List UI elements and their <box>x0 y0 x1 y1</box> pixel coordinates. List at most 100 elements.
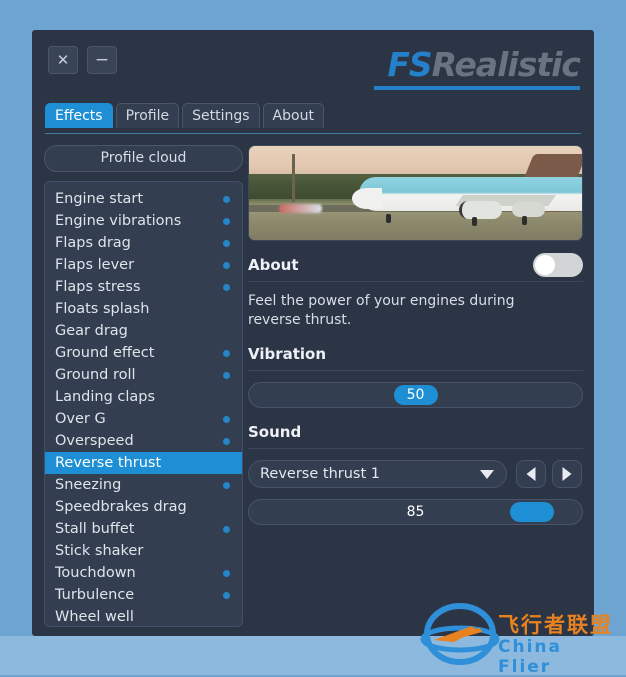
effect-enabled-dot-icon <box>223 372 230 379</box>
effect-enabled-dot-icon <box>223 526 230 533</box>
effect-list-item-label: Stick shaker <box>55 543 144 559</box>
effect-list-item[interactable]: Ground effect <box>45 342 242 364</box>
vibration-title: Vibration <box>248 345 327 363</box>
effect-list-item-label: Turbulence <box>55 587 135 603</box>
effect-enabled-dot-icon <box>223 350 230 357</box>
vibration-slider[interactable]: 50 <box>248 382 583 408</box>
arrow-right-icon <box>562 467 572 481</box>
effect-enabled-dot-icon <box>223 196 230 203</box>
tab-underline <box>45 133 581 134</box>
effect-list-item[interactable]: Floats splash <box>45 298 242 320</box>
effect-list-item-label: Ground roll <box>55 367 136 383</box>
vibration-section-header: Vibration <box>248 344 583 371</box>
sound-next-button[interactable] <box>552 460 582 488</box>
effect-list-item[interactable]: Stick shaker <box>45 540 242 562</box>
effect-list-item[interactable]: Engine start <box>45 188 242 210</box>
desktop-bottom-band <box>0 636 626 675</box>
effect-list-item[interactable]: Flaps stress <box>45 276 242 298</box>
effect-list-item-label: Over G <box>55 411 106 427</box>
effect-list-item[interactable]: Landing claps <box>45 386 242 408</box>
chevron-down-icon <box>480 470 494 479</box>
tab-settings[interactable]: Settings <box>182 103 260 128</box>
effect-list-item-label: Flaps lever <box>55 257 135 273</box>
effect-detail-panel: About Feel the power of your engines dur… <box>248 145 583 627</box>
effect-enabled-dot-icon <box>223 438 230 445</box>
sound-dropdown[interactable]: Reverse thrust 1 <box>248 460 507 488</box>
about-section-header: About <box>248 253 583 282</box>
sound-section-header: Sound <box>248 422 583 449</box>
effect-list-item-label: Overspeed <box>55 433 134 449</box>
effect-list-item-label: Engine vibrations <box>55 213 182 229</box>
effect-list-item[interactable]: Speedbrakes drag <box>45 496 242 518</box>
effect-enabled-dot-icon <box>223 570 230 577</box>
effect-list-item[interactable]: Stall buffet <box>45 518 242 540</box>
preview-main-gear-left <box>472 216 478 226</box>
close-button[interactable]: ✕ <box>48 46 78 74</box>
effect-list-item-label: Floats splash <box>55 301 150 317</box>
effect-list-item[interactable]: Reverse thrust <box>45 452 242 474</box>
effect-list-item-label: Touchdown <box>55 565 136 581</box>
sound-volume-slider-thumb[interactable] <box>510 502 555 522</box>
effect-list-item[interactable]: Ground roll <box>45 364 242 386</box>
tab-about[interactable]: About <box>262 103 324 128</box>
effect-list-item[interactable]: Flaps drag <box>45 232 242 254</box>
content-area: Profile cloud Engine start Engine vibrati… <box>32 135 594 636</box>
effect-list-item-label: Gear drag <box>55 323 128 339</box>
effect-list-item[interactable]: Wheel well <box>45 606 242 626</box>
vibration-slider-thumb[interactable] <box>393 385 438 405</box>
effect-list-item[interactable]: Overspeed <box>45 430 242 452</box>
effect-list-item-label: Flaps drag <box>55 235 131 251</box>
logo-fs-text: FS <box>387 45 432 84</box>
effects-list[interactable]: Engine start Engine vibrations Flaps drag F… <box>44 181 243 627</box>
effect-list-item-label: Stall buffet <box>55 521 135 537</box>
logo-underline <box>374 86 580 90</box>
effect-list-item[interactable]: Flaps lever <box>45 254 242 276</box>
tab-bar: Effects Profile Settings About <box>32 103 594 135</box>
effect-list-item[interactable]: Sneezing <box>45 474 242 496</box>
sound-previous-button[interactable] <box>516 460 546 488</box>
preview-pole <box>292 153 296 203</box>
title-bar: ✕ − FSRealistic <box>32 30 594 103</box>
fsrealistic-logo: FSRealistic <box>372 45 581 92</box>
effect-list-item-label: Engine start <box>55 191 144 207</box>
sound-dropdown-value: Reverse thrust 1 <box>260 466 380 482</box>
sound-volume-slider[interactable]: 85 <box>248 499 583 525</box>
effect-list-item-label: Flaps stress <box>55 279 141 295</box>
effect-list-item[interactable]: Gear drag <box>45 320 242 342</box>
effect-enabled-dot-icon <box>223 218 230 225</box>
effect-list-item-label: Ground effect <box>55 345 155 361</box>
effect-list-item[interactable]: Engine vibrations <box>45 210 242 232</box>
about-description: Feel the power of your engines during re… <box>248 293 515 328</box>
effect-list-item[interactable]: Touchdown <box>45 562 242 584</box>
effect-enabled-dot-icon <box>223 592 230 599</box>
effect-enabled-dot-icon <box>223 482 230 489</box>
preview-vehicle <box>278 204 323 213</box>
effect-list-item[interactable]: Over G <box>45 408 242 430</box>
effects-sidebar: Profile cloud Engine start Engine vibrati… <box>44 145 243 627</box>
minimize-button[interactable]: − <box>87 46 117 74</box>
effect-list-item-label: Sneezing <box>55 477 122 493</box>
effect-list-item[interactable]: Turbulence <box>45 584 242 606</box>
profile-cloud-button[interactable]: Profile cloud <box>44 145 243 172</box>
effect-list-item-label: Landing claps <box>55 389 156 405</box>
preview-engine-right <box>512 202 546 218</box>
effect-enabled-dot-icon <box>223 416 230 423</box>
sound-selection-row: Reverse thrust 1 <box>248 460 583 488</box>
effect-enable-toggle[interactable] <box>533 253 583 277</box>
fsrealistic-window: ✕ − FSRealistic Effects Profile Settings Ab… <box>32 30 594 636</box>
tab-profile[interactable]: Profile <box>115 103 180 128</box>
preview-aircraft-nose <box>352 188 383 209</box>
preview-main-gear-right <box>522 215 528 225</box>
effect-enabled-dot-icon <box>223 262 230 269</box>
effect-list-item-label: Speedbrakes drag <box>55 499 187 515</box>
toggle-knob <box>535 255 555 275</box>
logo-realistic-text: Realistic <box>431 45 581 84</box>
effect-enabled-dot-icon <box>223 284 230 291</box>
preview-engine-left <box>458 200 503 220</box>
effect-enabled-dot-icon <box>223 240 230 247</box>
effect-list-item-label: Reverse thrust <box>55 455 162 471</box>
effect-preview-image <box>248 145 583 241</box>
logo-wordmark: FSRealistic <box>372 45 581 84</box>
tab-effects[interactable]: Effects <box>45 103 113 128</box>
sound-title: Sound <box>248 423 302 441</box>
